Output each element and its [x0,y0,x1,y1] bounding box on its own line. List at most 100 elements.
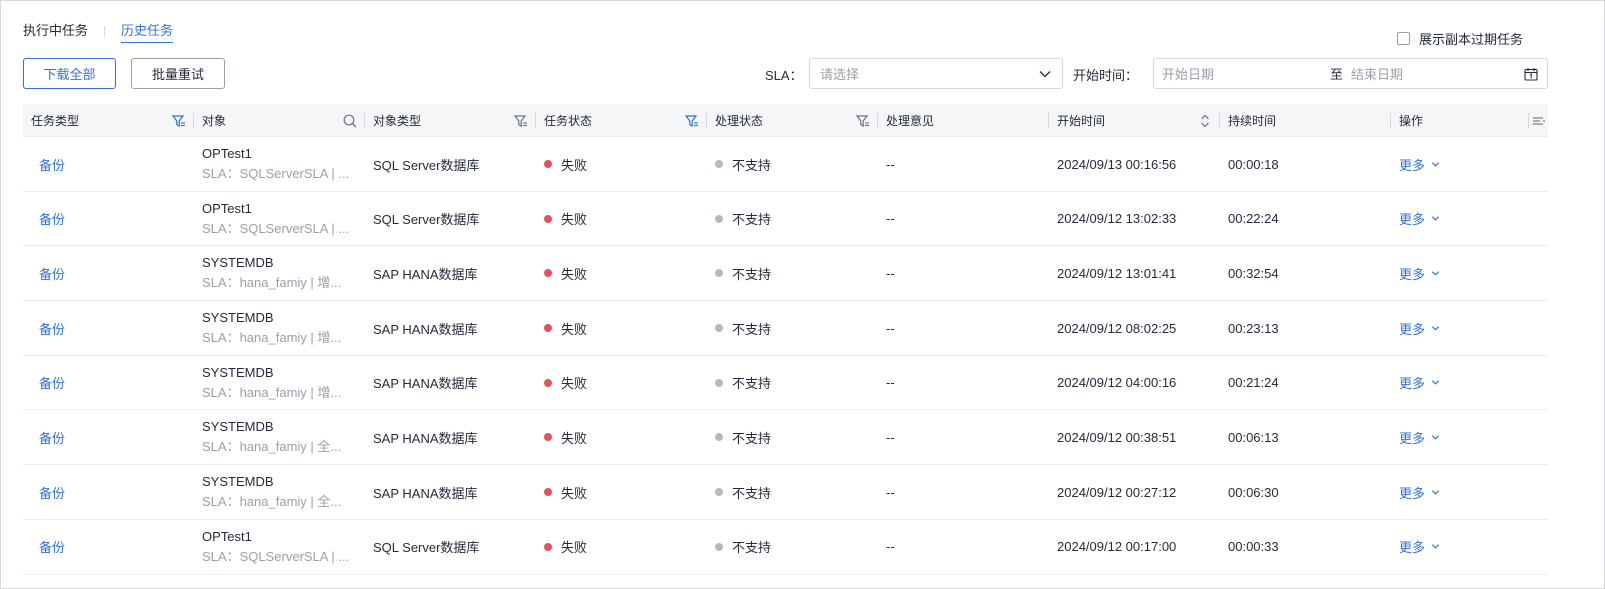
object-cell: SYSTEMDB SLA：hana_famiy | 增... [202,246,350,300]
calendar-icon[interactable] [1524,67,1538,81]
task-type-link[interactable]: 备份 [39,465,65,519]
object-name: SYSTEMDB [202,474,274,490]
task-type-link[interactable]: 备份 [39,356,65,410]
object-cell: OPTest1 SLA：SQLServerSLA | ... [202,192,350,246]
duration-cell: 00:22:24 [1228,211,1279,227]
object-sla: SLA：hana_famiy | 全... [202,439,342,455]
task-type-link[interactable]: 备份 [39,520,65,574]
more-actions-cell: 更多 [1399,192,1440,246]
batch-retry-button[interactable]: 批量重试 [131,58,225,89]
show-expired-label: 展示副本过期任务 [1419,32,1524,47]
opinion-cell: -- [886,429,895,445]
object-cell: SYSTEMDB SLA：hana_famiy | 全... [202,465,350,519]
opinion-cell: -- [886,539,895,555]
chevron-down-icon [1431,271,1440,276]
column-header-task-type: 任务类型 [31,114,80,128]
search-icon[interactable] [342,113,358,129]
more-actions-cell: 更多 [1399,410,1440,464]
neutral-status-dot [715,324,723,333]
tab-running-tasks[interactable]: 执行中任务 [23,20,88,42]
duration-cell: 00:23:13 [1228,320,1279,336]
more-actions-button[interactable]: 更多 [1399,428,1440,447]
object-sla: SLA：SQLServerSLA | ... [202,166,350,181]
task-status-cell: 失败 [544,192,587,246]
column-header-object: 对象 [202,114,227,128]
task-type-link[interactable]: 备份 [39,301,65,355]
fail-status-dot [544,324,552,333]
start-date-input[interactable]: 开始日期 [1162,64,1214,83]
filter-icon[interactable] [855,113,871,129]
chevron-down-icon [1431,489,1440,495]
task-type-link[interactable]: 备份 [39,246,65,300]
more-actions-cell: 更多 [1399,246,1440,300]
more-actions-button[interactable]: 更多 [1399,483,1440,502]
more-actions-button[interactable]: 更多 [1399,373,1440,392]
task-table: 任务类型 对象 对象类型 任务状态 处理状态 处理意见 开始时间 持续时间 操作 [23,104,1548,575]
opinion-cell: -- [886,265,895,281]
column-divider [1528,113,1529,128]
handle-status-cell: 不支持 [715,410,771,464]
date-range-separator: 至 [1330,67,1344,82]
sla-filter-label: SLA： [765,68,803,83]
object-name: OPTest1 [202,528,252,544]
fail-status-dot [544,160,552,168]
filter-icon[interactable] [684,113,700,129]
object-type-cell: SAP HANA数据库 [373,321,478,337]
chevron-down-icon [1431,435,1440,440]
object-sla: SLA：hana_famiy | 增... [202,275,342,291]
object-type-cell: SQL Server数据库 [373,540,480,556]
object-name: SYSTEMDB [202,255,274,271]
more-actions-button[interactable]: 更多 [1399,537,1440,556]
duration-cell: 00:06:13 [1228,429,1279,445]
neutral-status-dot [715,269,723,278]
more-actions-cell: 更多 [1399,301,1440,355]
task-type-link[interactable]: 备份 [39,410,65,464]
column-header-object-type: 对象类型 [373,114,422,128]
column-header-duration: 持续时间 [1228,114,1277,128]
sla-select-placeholder: 请选择 [820,67,860,82]
handle-status-cell: 不支持 [715,520,771,574]
object-type-cell: SAP HANA数据库 [373,266,478,282]
start-time-cell: 2024/09/12 08:02:25 [1057,320,1177,336]
start-time-cell: 2024/09/12 00:38:51 [1057,429,1177,445]
show-expired-toggle[interactable]: 展示副本过期任务 [1397,29,1523,48]
filter-icon[interactable] [171,113,187,129]
task-type-link[interactable]: 备份 [39,192,65,246]
tab-divider [104,25,106,37]
column-header-actions: 操作 [1399,114,1424,128]
sla-select[interactable]: 请选择 [809,58,1063,89]
filter-icon[interactable] [513,113,529,129]
object-name: SYSTEMDB [202,419,274,435]
column-header-opinion: 处理意见 [886,114,935,128]
object-cell: OPTest1 SLA：SQLServerSLA | ... [202,137,350,191]
end-date-input[interactable]: 结束日期 [1351,64,1403,83]
more-actions-cell: 更多 [1399,356,1440,410]
sort-icon[interactable] [1197,113,1213,129]
more-actions-button[interactable]: 更多 [1399,264,1440,283]
fail-status-dot [544,214,552,223]
task-type-link[interactable]: 备份 [39,137,65,191]
chevron-down-icon [1431,325,1440,331]
object-name: OPTest1 [202,200,252,216]
handle-status-cell: 不支持 [715,246,771,300]
date-range-picker[interactable]: 开始日期 至 结束日期 [1153,58,1548,89]
start-time-cell: 2024/09/12 00:27:12 [1057,484,1177,500]
more-actions-button[interactable]: 更多 [1399,319,1440,338]
table-body: 备份 OPTest1 SLA：SQLServerSLA | ... SQL Se… [23,137,1548,575]
object-sla: SLA：hana_famiy | 全... [202,494,342,510]
start-time-cell: 2024/09/13 00:16:56 [1057,156,1177,172]
duration-cell: 00:06:30 [1228,484,1279,500]
column-header-start-time: 开始时间 [1057,114,1106,128]
handle-status-cell: 不支持 [715,301,771,355]
more-actions-button[interactable]: 更多 [1399,209,1440,228]
more-actions-button[interactable]: 更多 [1399,155,1440,174]
start-time-cell: 2024/09/12 04:00:16 [1057,375,1177,391]
column-settings-icon[interactable] [1531,113,1547,129]
show-expired-checkbox[interactable] [1397,32,1410,45]
opinion-cell: -- [886,320,895,336]
duration-cell: 00:21:24 [1228,375,1279,391]
download-all-button[interactable]: 下载全部 [23,58,116,89]
neutral-status-dot [715,214,723,223]
fail-status-dot [544,269,552,278]
tab-history-tasks[interactable]: 历史任务 [121,20,174,43]
